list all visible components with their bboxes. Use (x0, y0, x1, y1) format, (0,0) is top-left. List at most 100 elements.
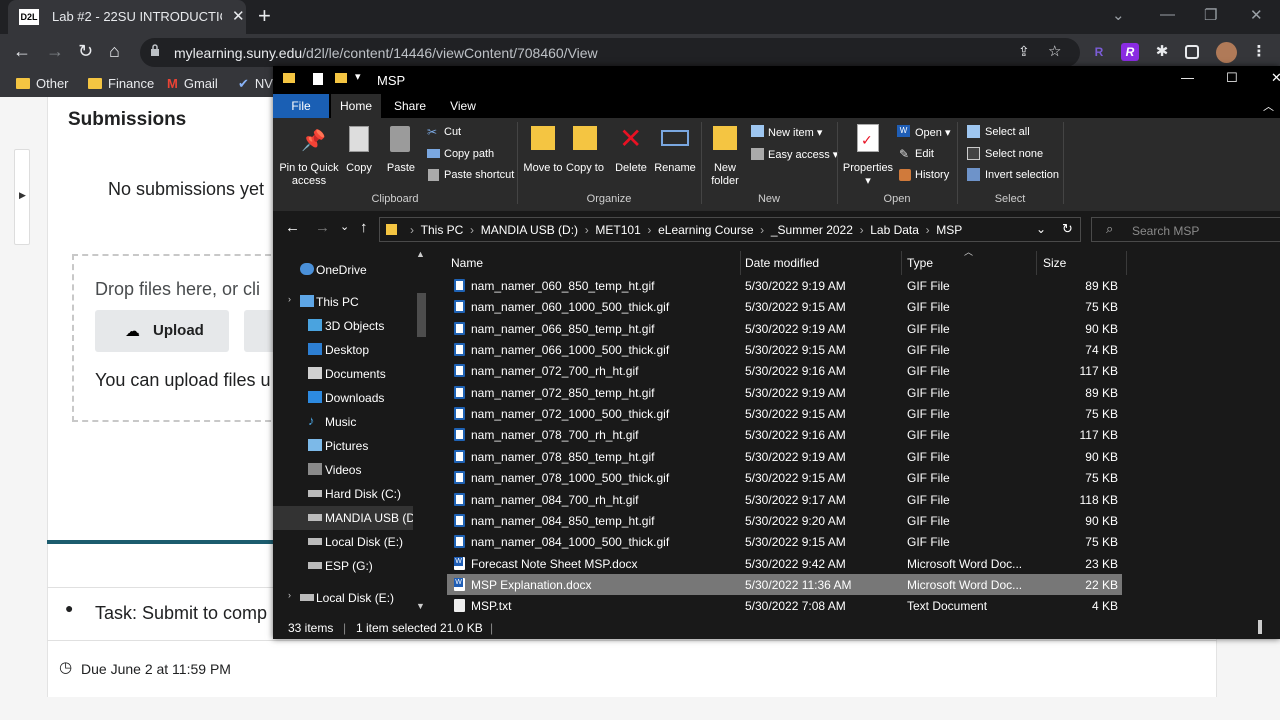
edit-button[interactable]: Edit (915, 148, 934, 160)
paste-shortcut-button[interactable]: Paste shortcut (444, 169, 514, 181)
file-row[interactable]: nam_namer_078_700_rh_ht.gif 5/30/2022 9:1… (447, 424, 1122, 445)
nav-item-videos[interactable]: Videos (273, 458, 413, 482)
properties-button[interactable]: Properties ▾ (841, 162, 895, 188)
nav-item-this-pc[interactable]: This PC (273, 290, 413, 314)
upload-button[interactable]: ☁ Upload (95, 310, 229, 352)
maximize-icon[interactable]: ☐ (1226, 70, 1238, 86)
chevron-down-icon[interactable]: ⌄ (1112, 6, 1125, 24)
nav-scrollbar-thumb[interactable] (417, 293, 426, 337)
ribbon-collapse-icon[interactable]: ︿ (1263, 98, 1274, 114)
sidebar-toggle[interactable]: ▶ (14, 149, 30, 245)
file-row[interactable]: nam_namer_066_1000_500_thick.gif 5/30/202… (447, 339, 1122, 360)
pin-quick-access-button[interactable]: Pin to Quick access (277, 162, 341, 188)
rename-button[interactable]: Rename (653, 162, 697, 175)
minimize-icon[interactable]: — (1160, 6, 1175, 23)
file-row[interactable]: nam_namer_078_1000_500_thick.gif 5/30/202… (447, 467, 1122, 488)
crumb-met101[interactable]: MET101 (595, 223, 640, 237)
bookmark-other[interactable]: Other (16, 76, 69, 91)
address-dropdown-icon[interactable]: ⌄ (1036, 222, 1046, 236)
extensions-puzzle-icon[interactable]: ✱ (1153, 43, 1171, 61)
kebab-menu-icon[interactable]: ⋮ (1250, 43, 1268, 61)
file-row[interactable]: nam_namer_078_850_temp_ht.gif 5/30/2022 9… (447, 446, 1122, 467)
side-panel-icon[interactable] (1185, 45, 1199, 59)
cut-button[interactable]: Cut (444, 126, 461, 138)
nav-item-pictures[interactable]: Pictures (273, 434, 413, 458)
nav-item-local-disk-e-2[interactable]: Local Disk (E:) (273, 586, 413, 610)
details-view-icon[interactable] (1258, 620, 1262, 634)
nav-item-documents[interactable]: Documents (273, 362, 413, 386)
recent-locations-chevron-icon[interactable]: ⌄ (340, 220, 349, 233)
column-type[interactable]: Type (907, 256, 933, 270)
properties-small-icon[interactable] (313, 73, 323, 85)
close-window-icon[interactable]: ✕ (1250, 6, 1263, 24)
address-bar[interactable]: mylearning.suny.edu/d2l/le/content/14446… (140, 38, 1080, 67)
crumb-drive[interactable]: MANDIA USB (D:) (481, 223, 578, 237)
file-row[interactable]: nam_namer_060_850_temp_ht.gif 5/30/2022 9… (447, 275, 1122, 296)
delete-button[interactable]: Delete (611, 162, 651, 175)
scroll-down-icon[interactable]: ▼ (416, 601, 425, 611)
close-window-icon[interactable]: ✕ (1271, 70, 1280, 86)
file-row[interactable]: Forecast Note Sheet MSP.docx 5/30/2022 9:… (447, 553, 1122, 574)
reload-icon[interactable]: ↻ (78, 41, 93, 62)
tab-view[interactable]: View (441, 94, 485, 118)
easy-access-button[interactable]: Easy access ▾ (768, 148, 838, 161)
restore-icon[interactable]: ❐ (1204, 6, 1217, 24)
extension-r2-icon[interactable]: R (1121, 43, 1139, 61)
nav-item-local-disk-e[interactable]: Local Disk (E:) (273, 530, 413, 554)
file-row[interactable]: nam_namer_060_1000_500_thick.gif 5/30/202… (447, 296, 1122, 317)
new-folder-small-icon[interactable] (335, 73, 347, 83)
copy-button[interactable]: Copy (341, 162, 377, 175)
customize-quick-access-icon[interactable]: ▾ (355, 70, 361, 83)
move-to-button[interactable]: Move to (523, 162, 563, 175)
nav-item-onedrive[interactable]: OneDrive (273, 258, 413, 282)
history-button[interactable]: History (915, 169, 949, 181)
browser-tab[interactable]: D2L Lab #2 - 22SU INTRODUCTION T ✕ (8, 0, 246, 34)
tab-file[interactable]: File (273, 94, 329, 118)
file-row[interactable]: nam_namer_084_1000_500_thick.gif 5/30/202… (447, 531, 1122, 552)
bookmark-finance[interactable]: Finance (88, 76, 154, 91)
column-date-modified[interactable]: Date modified (745, 256, 819, 270)
record-button[interactable] (244, 310, 274, 352)
refresh-icon[interactable]: ↻ (1062, 221, 1073, 237)
close-tab-icon[interactable]: ✕ (232, 7, 245, 25)
scroll-up-icon[interactable]: ▲ (416, 249, 425, 259)
expand-chevron-icon[interactable]: › (288, 294, 291, 304)
expand-chevron-icon[interactable]: › (288, 590, 291, 600)
crumb-elearning[interactable]: eLearning Course (658, 223, 753, 237)
home-icon[interactable]: ⌂ (109, 41, 120, 62)
nav-item-3d-objects[interactable]: 3D Objects (273, 314, 413, 338)
column-size[interactable]: Size (1043, 256, 1066, 270)
file-row[interactable]: nam_namer_072_700_rh_ht.gif 5/30/2022 9:1… (447, 360, 1122, 381)
tab-home[interactable]: Home (331, 94, 381, 118)
invert-selection-button[interactable]: Invert selection (985, 169, 1059, 181)
crumb-summer[interactable]: _Summer 2022 (771, 223, 853, 237)
file-row[interactable]: nam_namer_084_850_temp_ht.gif 5/30/2022 9… (447, 510, 1122, 531)
copy-path-button[interactable]: Copy path (444, 148, 494, 160)
nav-item-esp-g[interactable]: ESP (G:) (273, 554, 413, 578)
select-all-button[interactable]: Select all (985, 126, 1030, 138)
file-row[interactable]: MSP.txt 5/30/2022 7:08 AM Text Document 4 K… (447, 595, 1122, 616)
crumb-this-pc[interactable]: This PC (421, 223, 464, 237)
tab-share[interactable]: Share (387, 94, 433, 118)
profile-avatar[interactable] (1216, 42, 1237, 63)
minimize-icon[interactable]: — (1181, 70, 1194, 85)
file-row[interactable]: nam_namer_072_850_temp_ht.gif 5/30/2022 9… (447, 382, 1122, 403)
back-arrow-icon[interactable]: ← (13, 41, 31, 62)
select-none-button[interactable]: Select none (985, 148, 1043, 160)
nav-item-downloads[interactable]: Downloads (273, 386, 413, 410)
new-tab-button[interactable]: + (258, 3, 271, 29)
paste-button[interactable]: Paste (382, 162, 420, 175)
nav-item-desktop[interactable]: Desktop (273, 338, 413, 362)
url-text[interactable]: mylearning.suny.edu/d2l/le/content/14446… (174, 45, 598, 61)
forward-arrow-icon[interactable]: → (315, 219, 330, 236)
file-row[interactable]: MSP Explanation.docx 5/30/2022 11:36 AM Mi… (447, 573, 1122, 596)
nav-item-music[interactable]: ♪ Music (273, 410, 413, 434)
bookmark-nv[interactable]: ✔ NV (238, 76, 273, 92)
nav-item-mandia-usb[interactable]: MANDIA USB (D (273, 506, 415, 530)
new-item-button[interactable]: New item ▾ (768, 126, 822, 139)
copy-to-button[interactable]: Copy to (565, 162, 605, 175)
nav-item-hard-disk-c[interactable]: Hard Disk (C:) (273, 482, 413, 506)
back-arrow-icon[interactable]: ← (285, 219, 300, 236)
new-folder-button[interactable]: New folder (705, 162, 745, 188)
crumb-lab-data[interactable]: Lab Data (870, 223, 919, 237)
